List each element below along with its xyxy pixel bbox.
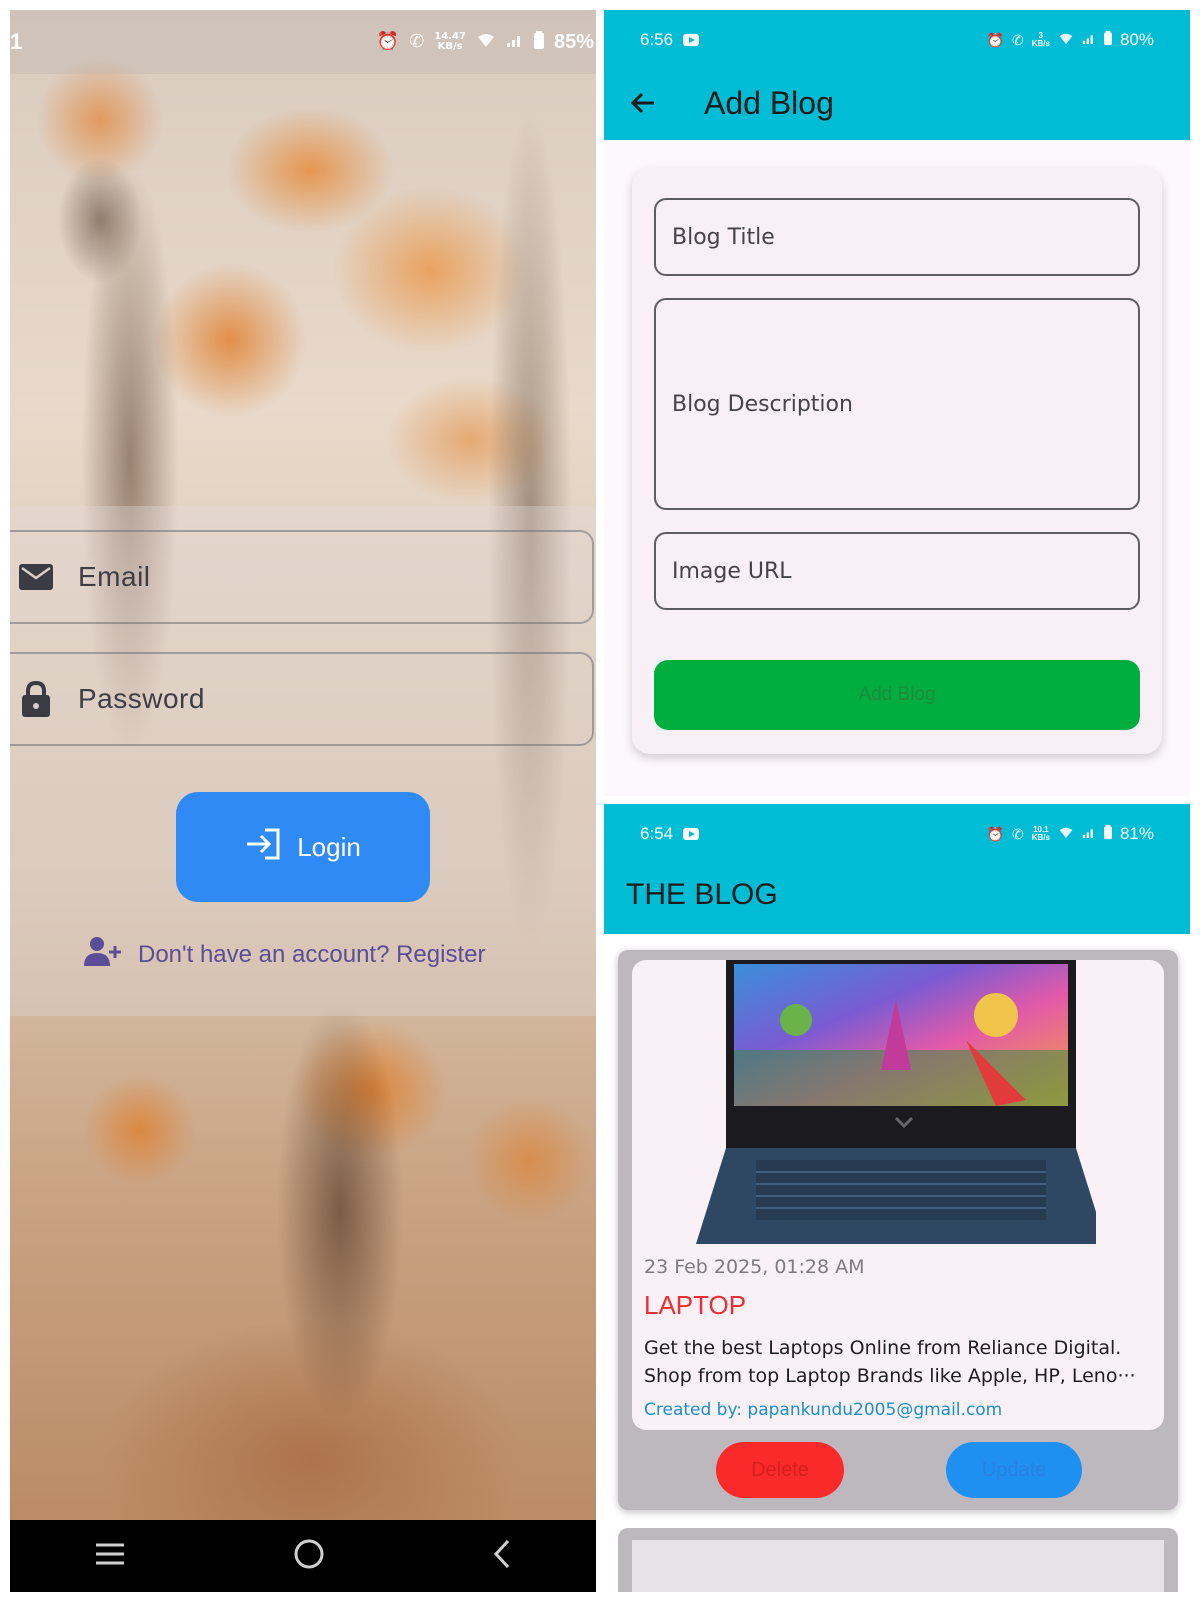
menu-lines-icon[interactable] [94, 1542, 126, 1570]
login-button[interactable]: Login [176, 792, 430, 902]
network-speed: 3 KB/s [1031, 31, 1050, 48]
login-arrow-icon [245, 828, 281, 867]
person-add-icon [84, 936, 124, 973]
battery-percent: 81% [1119, 824, 1154, 843]
status-time: 6:54 [640, 824, 674, 843]
call-icon: ✆ [1012, 31, 1024, 48]
add-blog-button[interactable]: Add Blog [654, 660, 1140, 730]
status-bar: 1 ⏰ ✆ 14.47 KB/s 85% [10, 10, 596, 74]
blog-post-card[interactable] [632, 1540, 1164, 1592]
signal-icon [1082, 824, 1096, 844]
home-circle-icon[interactable] [293, 1538, 325, 1574]
battery-percent: 80% [1119, 30, 1154, 49]
page-title: THE BLOG [626, 878, 778, 911]
post-author: Created by: papankundu2005@gmail.com [644, 1400, 1003, 1420]
battery-icon [1104, 30, 1112, 50]
post-title: LAPTOP [644, 1290, 747, 1320]
signal-icon [1082, 30, 1096, 50]
alarm-icon: ⏰ [376, 31, 400, 52]
wifi-icon [1058, 30, 1074, 50]
battery-percent: 85% [553, 30, 594, 53]
screenshot-collage: 1 ⏰ ✆ 14.47 KB/s 85% Email Password Logi… [0, 0, 1200, 1600]
battery-icon [1104, 824, 1112, 844]
add-blog-form: Blog Title Blog Description Image URL Ad… [632, 168, 1162, 754]
delete-button[interactable]: Delete [716, 1442, 844, 1498]
update-button-label: Update [981, 1458, 1047, 1481]
login-button-label: Login [297, 831, 361, 862]
email-field[interactable]: Email [10, 530, 594, 624]
register-text: Don't have an account? Register [138, 940, 486, 968]
status-time: 6:56 [640, 30, 674, 49]
update-button[interactable]: Update [946, 1442, 1082, 1498]
wifi-icon [476, 32, 496, 52]
network-speed: 10.1 KB/s [1031, 825, 1050, 842]
post-date: 23 Feb 2025, 01:28 AM [644, 1256, 865, 1278]
image-url-label: Image URL [672, 558, 792, 584]
back-chevron-icon[interactable] [492, 1539, 512, 1573]
delete-button-label: Delete [751, 1458, 809, 1481]
page-title: Add Blog [704, 84, 834, 121]
blog-title-label: Blog Title [672, 224, 775, 250]
register-link[interactable]: Don't have an account? Register [84, 936, 485, 973]
post-description-line: Shop from top Laptop Brands like Apple, … [644, 1365, 1136, 1387]
mail-icon [14, 564, 58, 590]
youtube-icon [683, 828, 700, 840]
blog-title-field[interactable]: Blog Title [654, 198, 1140, 276]
password-label: Password [78, 683, 205, 714]
email-label: Email [78, 561, 151, 592]
android-nav-bar [10, 1520, 596, 1592]
blog-description-field[interactable]: Blog Description [654, 298, 1140, 510]
app-bar: 6:54 ⏰ ✆ 10.1 KB/s 81% THE BLOG [604, 804, 1190, 934]
wifi-icon [1058, 824, 1074, 844]
battery-icon [533, 31, 544, 53]
blog-post-item: 23 Feb 2025, 01:28 AM LAPTOP Get the bes… [618, 950, 1178, 1510]
signal-icon [506, 32, 524, 52]
post-description: Get the best Laptops Online from Relianc… [644, 1334, 1154, 1390]
back-arrow-icon[interactable] [630, 88, 660, 118]
status-time: 1 [10, 29, 23, 54]
blog-description-label: Blog Description [672, 391, 853, 417]
blog-post-item [618, 1528, 1178, 1592]
password-field[interactable]: Password [10, 652, 594, 746]
lock-icon [14, 681, 58, 717]
status-bar: 6:54 ⏰ ✆ 10.1 KB/s 81% [604, 820, 1190, 848]
laptop-image [696, 960, 1096, 1244]
image-url-field[interactable]: Image URL [654, 532, 1140, 610]
blog-list-screen: 6:54 ⏰ ✆ 10.1 KB/s 81% THE BLOG 23 Feb 2… [604, 804, 1190, 1592]
youtube-icon [683, 34, 700, 46]
status-bar: 6:56 ⏰ ✆ 3 KB/s 80% [604, 26, 1190, 54]
post-description-line: Get the best Laptops Online from Relianc… [644, 1337, 1122, 1359]
call-icon: ✆ [1012, 825, 1024, 842]
alarm-icon: ⏰ [986, 825, 1004, 842]
blog-post-card[interactable]: 23 Feb 2025, 01:28 AM LAPTOP Get the bes… [632, 960, 1164, 1430]
add-blog-screen: 6:56 ⏰ ✆ 3 KB/s 80% Add Blog Blog Title … [604, 10, 1190, 796]
app-bar: 6:56 ⏰ ✆ 3 KB/s 80% Add Blog [604, 10, 1190, 140]
add-blog-button-label: Add Blog [858, 684, 936, 705]
call-icon: ✆ [409, 31, 425, 52]
network-speed: 14.47 KB/s [434, 31, 466, 52]
login-screen: 1 ⏰ ✆ 14.47 KB/s 85% Email Password Logi… [10, 10, 596, 1592]
alarm-icon: ⏰ [986, 31, 1004, 48]
